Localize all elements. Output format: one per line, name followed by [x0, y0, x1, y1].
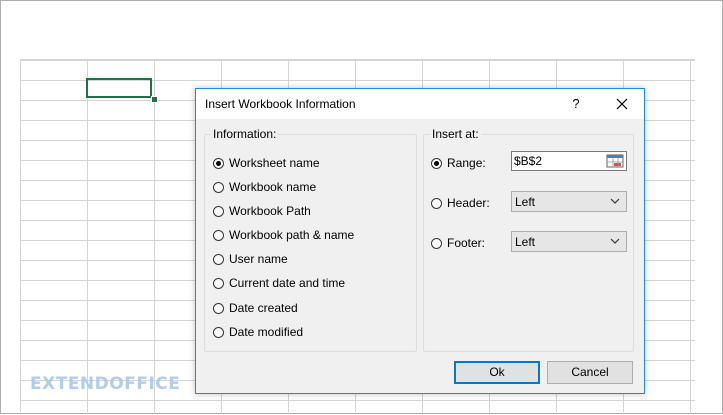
- radio-date-created[interactable]: [213, 302, 224, 314]
- option-date-created[interactable]: Date created: [213, 299, 298, 317]
- insert-workbook-information-dialog: Insert Workbook Information ? Informatio…: [195, 88, 645, 394]
- insert-at-header[interactable]: Header:: [431, 194, 490, 212]
- radio-date-modified[interactable]: [213, 326, 224, 338]
- option-label: User name: [229, 252, 288, 266]
- option-label: Date created: [229, 301, 298, 315]
- range-select-button[interactable]: [605, 153, 625, 169]
- option-label: Workbook path & name: [229, 228, 355, 242]
- insert-at-group: Insert at: Range: Header:: [423, 127, 634, 352]
- information-group-label: Information:: [211, 127, 279, 141]
- radio-worksheet-name[interactable]: [213, 157, 224, 169]
- option-worksheet-name[interactable]: Worksheet name: [213, 154, 320, 172]
- option-label: Current date and time: [229, 276, 346, 290]
- selected-cell[interactable]: [86, 78, 152, 98]
- option-label: Worksheet name: [229, 156, 320, 170]
- option-workbook-path-name[interactable]: Workbook path & name: [213, 226, 354, 244]
- option-label: Date modified: [229, 325, 304, 339]
- footer-position-value: Left: [515, 235, 536, 249]
- option-date-modified[interactable]: Date modified: [213, 323, 303, 341]
- radio-header[interactable]: [431, 197, 442, 209]
- range-field[interactable]: [511, 151, 627, 171]
- option-workbook-path[interactable]: Workbook Path: [213, 202, 311, 220]
- insert-at-range[interactable]: Range:: [431, 154, 486, 172]
- option-label: Workbook Path: [229, 204, 311, 218]
- header-label: Header:: [447, 196, 490, 210]
- range-label: Range:: [447, 156, 486, 170]
- chevron-down-icon: [610, 238, 620, 244]
- chevron-down-icon: [610, 198, 620, 204]
- cancel-button[interactable]: Cancel: [547, 361, 633, 384]
- radio-workbook-path[interactable]: [213, 205, 224, 217]
- insert-at-group-label: Insert at:: [430, 127, 481, 141]
- fill-handle[interactable]: [151, 96, 158, 103]
- range-input[interactable]: [514, 154, 598, 168]
- radio-range[interactable]: [431, 157, 442, 169]
- close-button[interactable]: [608, 92, 636, 116]
- close-icon: [616, 98, 628, 110]
- radio-workbook-name[interactable]: [213, 181, 224, 193]
- radio-footer[interactable]: [431, 237, 442, 249]
- header-position-value: Left: [515, 195, 536, 209]
- dialog-titlebar: Insert Workbook Information ?: [196, 89, 644, 119]
- footer-position-select[interactable]: Left: [511, 231, 627, 252]
- help-button[interactable]: ?: [566, 95, 586, 113]
- information-group: Information: Worksheet name Workbook nam…: [204, 127, 417, 352]
- option-user-name[interactable]: User name: [213, 250, 288, 268]
- dialog-title: Insert Workbook Information: [205, 97, 356, 111]
- watermark-logo: EXTENDOFFICE: [30, 374, 181, 394]
- option-workbook-name[interactable]: Workbook name: [213, 178, 316, 196]
- footer-label: Footer:: [447, 236, 486, 250]
- radio-user-name[interactable]: [213, 253, 224, 265]
- option-current-date-time[interactable]: Current date and time: [213, 274, 345, 292]
- range-select-icon: [606, 154, 624, 168]
- radio-workbook-path-name[interactable]: [213, 229, 224, 241]
- insert-at-footer[interactable]: Footer:: [431, 234, 485, 252]
- radio-current-date-time[interactable]: [213, 277, 224, 289]
- option-label: Workbook name: [229, 180, 317, 194]
- ok-button[interactable]: Ok: [454, 361, 540, 384]
- header-position-select[interactable]: Left: [511, 191, 627, 212]
